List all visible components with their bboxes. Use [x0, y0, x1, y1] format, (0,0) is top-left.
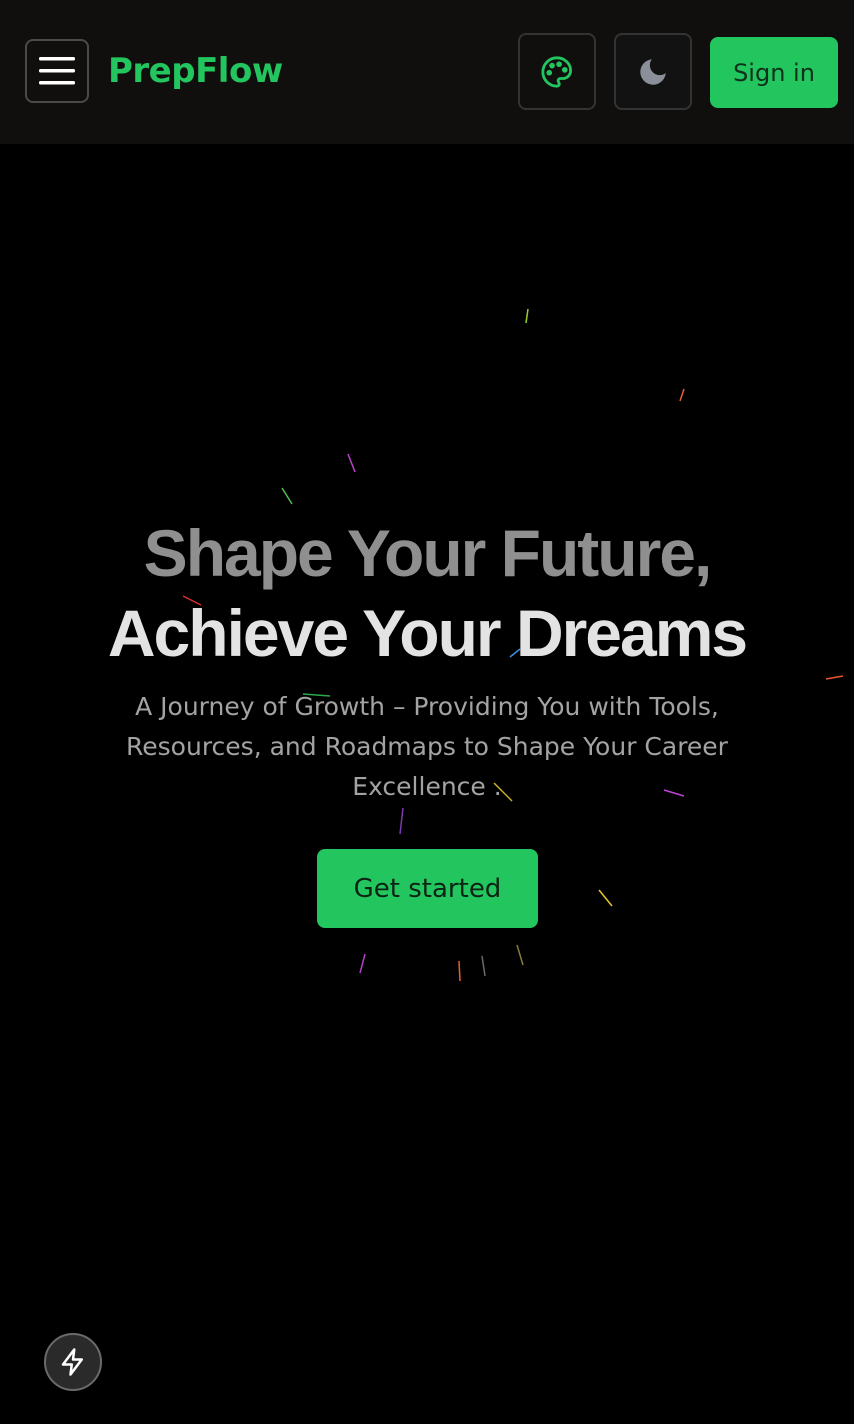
hero-subtitle: A Journey of Growth – Providing You with…: [126, 692, 728, 801]
dark-mode-toggle[interactable]: [614, 33, 692, 110]
moon-icon: [640, 58, 666, 85]
quick-action-button[interactable]: [44, 1333, 102, 1391]
hamburger-menu-icon: [39, 57, 75, 85]
lightning-bolt-icon: [61, 1348, 83, 1376]
hero-title: Shape Your Future, Achieve Your Dreams: [0, 513, 854, 673]
menu-button[interactable]: [25, 39, 89, 103]
hero-title-line-1: Shape Your Future,: [143, 516, 713, 590]
top-navbar: PrepFlow Sign in: [0, 0, 854, 144]
hero-title-line-2: Achieve Your Dreams: [107, 596, 748, 670]
get-started-button[interactable]: Get started: [317, 849, 538, 928]
palette-icon: [541, 55, 573, 88]
brand-logo-text[interactable]: PrepFlow: [108, 48, 283, 94]
sign-in-button[interactable]: Sign in: [710, 37, 838, 108]
theme-picker-button[interactable]: [518, 33, 596, 110]
